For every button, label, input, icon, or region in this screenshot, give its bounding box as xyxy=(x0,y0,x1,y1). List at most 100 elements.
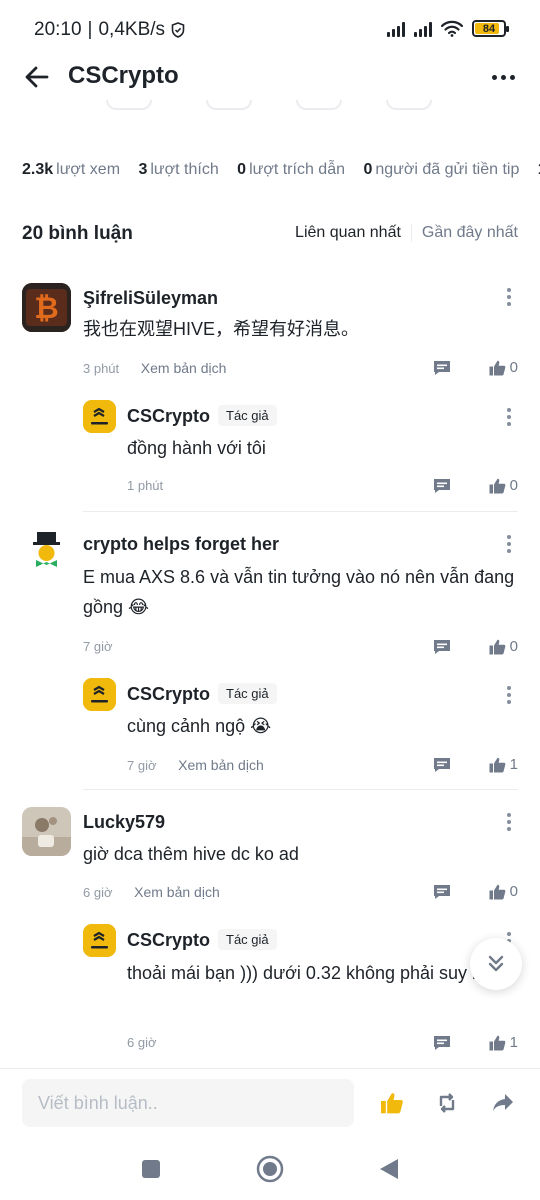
reply-author: CSCrypto Tác giả xyxy=(127,405,277,427)
comment-time: 3 phút xyxy=(83,361,120,376)
arrow-left-icon[interactable] xyxy=(22,62,52,92)
network-speed: 0,4KB/s xyxy=(98,19,166,40)
sort-recent-tab[interactable]: Gần đây nhất xyxy=(422,224,518,242)
reply-actions: 1 xyxy=(433,1034,518,1051)
author-badge: Tác giả xyxy=(218,929,277,950)
comment-meta: 7 giờ xyxy=(83,639,113,654)
like-button[interactable]: 0 xyxy=(489,883,518,900)
post-stats: 2.3k lượt xem 3 lượt thích 0 lượt trích dẫn… xyxy=(22,161,540,179)
like-button[interactable]: 0 xyxy=(489,477,518,494)
share-icon xyxy=(493,1094,513,1111)
more-vertical-icon[interactable] xyxy=(506,535,512,553)
sort-tabs: Liên quan nhất Gần đây nhất xyxy=(295,224,518,242)
page-title: CSCrypto xyxy=(68,62,179,89)
signal-icon xyxy=(387,21,405,37)
like-button[interactable]: 1 xyxy=(489,756,518,773)
comment-input[interactable] xyxy=(22,1079,354,1127)
avatar[interactable] xyxy=(22,529,71,578)
like-count: 0 xyxy=(509,359,518,376)
reaction-row-edge xyxy=(0,100,540,114)
wifi-icon xyxy=(441,20,463,37)
app-header: CSCrypto xyxy=(0,50,540,104)
like-count: 0 xyxy=(509,477,518,494)
battery-icon: 84 xyxy=(472,20,509,37)
comment-actions: 0 xyxy=(433,883,518,900)
battery-percent: 84 xyxy=(482,22,496,35)
reply-icon[interactable] xyxy=(433,639,451,655)
reply-meta: 6 giờ xyxy=(127,1035,157,1050)
bitcoin-avatar-icon: ₿ xyxy=(22,283,71,332)
comment-time: 7 giờ xyxy=(83,639,113,654)
like-button[interactable]: 0 xyxy=(489,359,518,376)
translate-link[interactable]: Xem bản dịch xyxy=(178,757,264,773)
cscrypto-logo-icon xyxy=(83,678,116,711)
more-vertical-icon[interactable] xyxy=(506,686,512,704)
reply-text: đồng hành với tôi xyxy=(127,438,266,458)
more-vertical-icon[interactable] xyxy=(506,288,512,306)
more-vertical-icon[interactable] xyxy=(506,813,512,831)
reply-author-name[interactable]: CSCrypto xyxy=(127,930,210,950)
reply-meta: 1 phút xyxy=(127,478,163,493)
comment-author[interactable]: ŞifreliSüleyman xyxy=(83,288,218,309)
comment-text: giờ dca thêm hive dc ko ad xyxy=(83,844,299,864)
reply-author-name[interactable]: CSCrypto xyxy=(127,406,210,426)
thumbs-up-icon xyxy=(489,884,506,899)
translate-link[interactable]: Xem bản dịch xyxy=(141,360,227,376)
thumbs-up-icon xyxy=(489,757,506,772)
reply-icon[interactable] xyxy=(433,478,451,494)
reply-actions: 0 xyxy=(433,477,518,494)
clock: 20:10 xyxy=(34,19,82,40)
back-icon[interactable] xyxy=(372,1152,406,1186)
more-vertical-icon[interactable] xyxy=(506,408,512,426)
cscrypto-logo-icon xyxy=(83,400,116,433)
status-left: 20:10 | 0,4KB/s xyxy=(34,19,185,41)
reply-icon[interactable] xyxy=(433,360,451,376)
home-icon[interactable] xyxy=(253,1152,287,1186)
status-right: 84 xyxy=(387,20,509,37)
chevrons-down-icon xyxy=(488,955,504,972)
thumbs-up-icon xyxy=(381,1093,403,1114)
comment-actions: 0 xyxy=(433,638,518,655)
repost-button[interactable] xyxy=(433,1089,461,1117)
avatar[interactable] xyxy=(83,924,116,957)
reply-text: thoải mái bạn ))) dưới 0.32 không phải s… xyxy=(127,963,488,983)
stat-quotes: 0 lượt trích dẫn xyxy=(237,161,345,178)
reply-author-name[interactable]: CSCrypto xyxy=(127,684,210,704)
comment-meta: 6 giờ Xem bản dịch xyxy=(83,884,220,900)
reply-icon[interactable] xyxy=(433,757,451,773)
divider xyxy=(83,789,518,790)
reply-icon[interactable] xyxy=(433,1035,451,1051)
translate-link[interactable]: Xem bản dịch xyxy=(134,884,220,900)
recent-apps-icon[interactable] xyxy=(134,1152,168,1186)
like-button[interactable]: 1 xyxy=(489,1034,518,1051)
share-button[interactable] xyxy=(489,1089,517,1117)
avatar[interactable]: ₿ xyxy=(22,283,71,332)
comment-author[interactable]: crypto helps forget her xyxy=(83,534,279,555)
more-horizontal-icon[interactable] xyxy=(488,62,518,92)
like-count: 1 xyxy=(509,756,518,773)
stat-likes: 3 lượt thích xyxy=(138,161,219,178)
avatar[interactable] xyxy=(83,400,116,433)
stat-views: 2.3k lượt xem xyxy=(22,161,121,178)
comment-author[interactable]: Lucky579 xyxy=(83,812,165,833)
reply-text: cùng cảnh ngộ 😭 xyxy=(127,716,272,736)
system-nav-bar xyxy=(0,1138,540,1200)
sort-relevant-tab[interactable]: Liên quan nhất xyxy=(295,224,401,242)
reply-icon[interactable] xyxy=(433,884,451,900)
like-count: 0 xyxy=(509,883,518,900)
thumbs-up-icon xyxy=(489,639,506,654)
stat-tips: 0 người đã gửi tiền tip xyxy=(363,161,520,178)
thumbs-up-icon xyxy=(489,1035,506,1050)
reply-author: CSCrypto Tác giả xyxy=(127,929,277,951)
comment-actions: 0 xyxy=(433,359,518,376)
photo-avatar-icon xyxy=(22,807,71,856)
repost-icon xyxy=(439,1093,455,1113)
like-button[interactable]: 0 xyxy=(489,638,518,655)
like-post-button[interactable] xyxy=(378,1089,406,1117)
comment-time: 6 giờ xyxy=(83,885,113,900)
comment-text: 我也在观望HIVE，希望有好消息。 xyxy=(83,319,360,339)
avatar[interactable] xyxy=(22,807,71,856)
avatar[interactable] xyxy=(83,678,116,711)
comment-meta: 3 phút Xem bản dịch xyxy=(83,360,226,376)
scroll-down-button[interactable] xyxy=(470,938,522,990)
